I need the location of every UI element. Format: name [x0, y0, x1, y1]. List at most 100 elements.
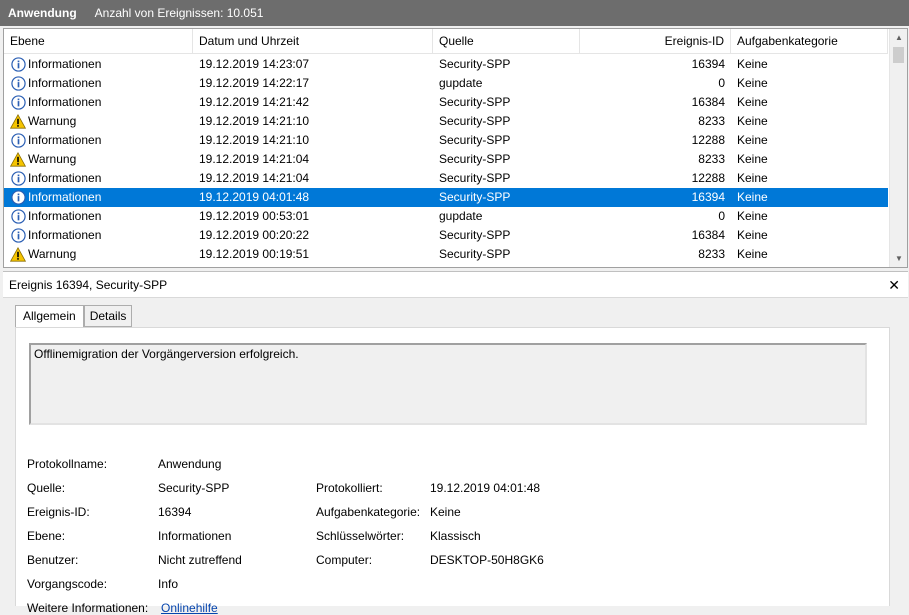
cell-level: Informationen [4, 169, 193, 188]
warning-icon [10, 247, 26, 263]
column-header-event-id[interactable]: Ereignis-ID [580, 29, 731, 54]
cell-level: Informationen [4, 74, 193, 93]
label-vorgangscode: Vorgangscode: [27, 577, 108, 591]
info-icon [10, 190, 26, 206]
detail-tabs: Allgemein Details [15, 305, 133, 328]
table-row[interactable]: Warnung 19.12.2019 14:21:04 Security-SPP 82… [4, 150, 888, 169]
level-text: Informationen [28, 133, 102, 147]
cell-event-id: 12288 [691, 171, 725, 185]
warning-icon [10, 114, 26, 130]
column-header-date[interactable]: Datum und Uhrzeit [193, 29, 433, 54]
cell-level: Warnung [4, 245, 193, 264]
cell-category: Keine [737, 95, 768, 109]
info-icon [10, 57, 26, 73]
level-text: Warnung [28, 247, 77, 261]
cell-category: Keine [737, 133, 768, 147]
value-aufgabenkategorie: Keine [430, 505, 461, 519]
cell-event-id: 16394 [691, 57, 725, 71]
level-text: Informationen [28, 209, 102, 223]
level-text: Informationen [28, 190, 102, 204]
table-row[interactable]: Informationen 19.12.2019 14:21:42 Security… [4, 93, 888, 112]
cell-category: Keine [737, 247, 768, 261]
cell-level: Informationen [4, 93, 193, 112]
level-text: Informationen [28, 228, 102, 242]
scroll-down-icon[interactable]: ▼ [890, 250, 907, 267]
event-count: Anzahl von Ereignissen: 10.051 [94, 6, 264, 20]
cell-source: gupdate [439, 209, 483, 223]
table-row[interactable]: Informationen 19.12.2019 14:21:04 Security… [4, 169, 888, 188]
level-text: Informationen [28, 57, 102, 71]
value-protokolliert: 19.12.2019 04:01:48 [430, 481, 541, 495]
column-header-level[interactable]: Ebene [4, 29, 193, 54]
label-schluesselwoerter: Schlüsselwörter: [316, 529, 405, 543]
cell-level: Warnung [4, 112, 193, 131]
info-icon [10, 95, 26, 111]
cell-source: Security-SPP [439, 152, 511, 166]
cell-source: Security-SPP [439, 114, 511, 128]
vertical-scrollbar[interactable]: ▲ ▼ [889, 29, 907, 267]
label-ereignis-id: Ereignis-ID: [27, 505, 90, 519]
cell-date: 19.12.2019 00:53:01 [199, 209, 310, 223]
cell-category: Keine [737, 209, 768, 223]
info-icon [10, 228, 26, 244]
cell-level: Informationen [4, 207, 193, 226]
column-header-category[interactable]: Aufgabenkategorie [731, 29, 888, 54]
log-titlebar: Anwendung Anzahl von Ereignissen: 10.051 [0, 0, 909, 26]
level-text: Warnung [28, 152, 77, 166]
cell-level: Informationen [4, 55, 193, 74]
table-row[interactable]: Informationen 19.12.2019 00:20:22 Security… [4, 226, 888, 245]
cell-date: 19.12.2019 14:23:07 [199, 57, 310, 71]
cell-date: 19.12.2019 14:21:04 [199, 171, 310, 185]
table-row[interactable]: Informationen 19.12.2019 14:22:17 gupdate 0… [4, 74, 888, 93]
cell-event-id: 8233 [698, 152, 725, 166]
cell-date: 19.12.2019 00:19:51 [199, 247, 310, 261]
value-computer: DESKTOP-50H8GK6 [430, 553, 544, 567]
cell-category: Keine [737, 57, 768, 71]
log-name: Anwendung [8, 6, 77, 20]
cell-date: 19.12.2019 14:21:42 [199, 95, 310, 109]
level-text: Warnung [28, 114, 77, 128]
level-text: Informationen [28, 76, 102, 90]
label-quelle: Quelle: [27, 481, 66, 495]
detail-header: Ereignis 16394, Security-SPP ✕ [3, 272, 908, 298]
column-header: Ebene Datum und Uhrzeit Quelle Ereignis-… [4, 29, 888, 54]
label-protokolliert: Protokolliert: [316, 481, 383, 495]
table-row[interactable]: Informationen 19.12.2019 00:53:01 gupdate 0… [4, 207, 888, 226]
value-ereignis-id: 16394 [158, 505, 192, 519]
tab-allgemein[interactable]: Allgemein [15, 305, 84, 328]
cell-level: Informationen [4, 226, 193, 245]
event-list[interactable]: Ebene Datum und Uhrzeit Quelle Ereignis-… [3, 28, 908, 268]
cell-category: Keine [737, 228, 768, 242]
event-message[interactable]: Offlinemigration der Vorgängerversion er… [29, 343, 867, 425]
cell-date: 19.12.2019 14:22:17 [199, 76, 310, 90]
cell-date: 19.12.2019 00:20:22 [199, 228, 310, 242]
label-weitere-informationen: Weitere Informationen: [27, 601, 149, 615]
cell-category: Keine [737, 152, 768, 166]
info-icon [10, 76, 26, 92]
value-protokollname: Anwendung [158, 457, 222, 471]
label-ebene: Ebene: [27, 529, 66, 543]
event-rows: Informationen 19.12.2019 14:23:07 Security… [4, 55, 888, 264]
table-row[interactable]: Informationen 19.12.2019 14:21:10 Security… [4, 131, 888, 150]
column-header-source[interactable]: Quelle [433, 29, 580, 54]
scroll-up-icon[interactable]: ▲ [890, 29, 907, 46]
value-schluesselwoerter: Klassisch [430, 529, 481, 543]
table-row[interactable]: Informationen 19.12.2019 04:01:48 Security… [4, 188, 888, 207]
onlinehilfe-link[interactable]: Onlinehilfe [161, 601, 218, 615]
value-benutzer: Nicht zutreffend [158, 553, 242, 567]
event-detail-pane: Ereignis 16394, Security-SPP ✕ Allgemein… [3, 271, 908, 615]
cell-source: Security-SPP [439, 171, 511, 185]
value-ebene: Informationen [158, 529, 232, 543]
info-icon [10, 133, 26, 149]
value-vorgangscode: Info [158, 577, 179, 591]
table-row[interactable]: Informationen 19.12.2019 14:23:07 Security… [4, 55, 888, 74]
close-icon[interactable]: ✕ [888, 277, 900, 294]
cell-event-id: 8233 [698, 247, 725, 261]
cell-event-id: 16384 [691, 95, 725, 109]
level-text: Informationen [28, 95, 102, 109]
tab-details[interactable]: Details [83, 305, 133, 327]
cell-date: 19.12.2019 14:21:10 [199, 114, 310, 128]
scroll-thumb[interactable] [893, 47, 904, 63]
table-row[interactable]: Warnung 19.12.2019 14:21:10 Security-SPP 82… [4, 112, 888, 131]
table-row[interactable]: Warnung 19.12.2019 00:19:51 Security-SPP 82… [4, 245, 888, 264]
